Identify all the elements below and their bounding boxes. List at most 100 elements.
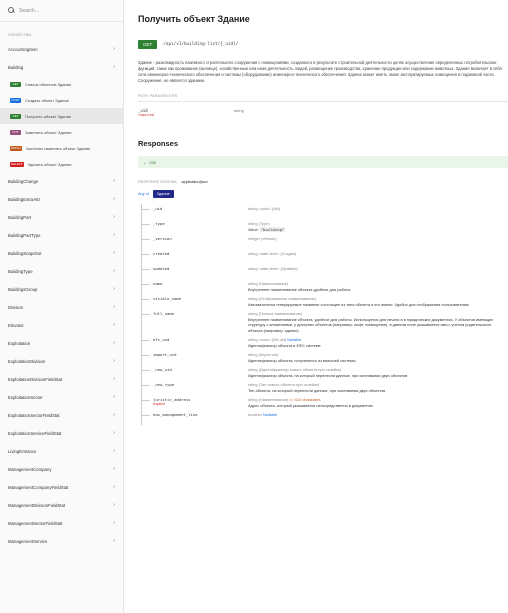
field-description: Автоматически генерируемое название сост… — [248, 301, 469, 307]
sidebar-item[interactable]: BuildingPartType › — [0, 226, 123, 244]
field-name: juristic_address required — [138, 397, 248, 408]
sidebar-item[interactable]: Building › — [0, 58, 123, 76]
sidebar-item[interactable]: ManagementDivisionFieldStat › — [0, 496, 123, 514]
sidebar-item[interactable]: BuildingsGroup › — [0, 280, 123, 298]
sidebar-item-label: ExploitationSector — [8, 394, 43, 400]
chevron-right-icon: › — [113, 502, 115, 508]
sidebar-item[interactable]: Elevator › — [0, 316, 123, 334]
field-details: string (Наименование) Внутреннее наименов… — [248, 281, 506, 292]
chevron-right-icon: › — [113, 394, 115, 400]
chevron-right-icon: › — [113, 412, 115, 418]
method-badge: GET — [10, 81, 21, 87]
chevron-right-icon: › — [113, 430, 115, 436]
sidebar-item[interactable]: BuildingExtraAttr › — [0, 190, 123, 208]
field-name: updated — [138, 266, 248, 277]
sidebar-item[interactable]: AccountingItem › — [0, 40, 123, 58]
sidebar-item-label: ExploitationDivision — [8, 358, 46, 364]
sidebar-operation[interactable]: GET Получить объект Здание — [0, 108, 123, 124]
sidebar-item-label: Division — [8, 304, 24, 310]
sidebar-item-label: BuildingChange — [8, 178, 39, 184]
chevron-right-icon: › — [113, 232, 115, 238]
field-name: created — [138, 251, 248, 262]
sidebar-operation[interactable]: DELETE Удалить объект Здание — [0, 156, 123, 172]
responses-heading: Responses — [138, 139, 179, 148]
sidebar-item[interactable]: ManagementSectorFieldStat › — [0, 514, 123, 532]
schema-field-row: full_name string (Полное наименование) Вну… — [138, 309, 508, 335]
schema-field-row: import_uid string (Import uid) Идентификат… — [138, 350, 508, 365]
schema-field-row: has_management_line boolean Nullable — [138, 410, 508, 425]
response-200-toggle[interactable]: ⌄ 200 — [138, 156, 508, 168]
field-type: string <date-time> (Updated) — [248, 266, 298, 271]
sidebar-item-label: BuildingSnapshot — [8, 250, 42, 256]
search-box[interactable]: Search... — [0, 0, 123, 22]
chevron-down-icon: ⌄ — [143, 159, 147, 165]
field-description: Тип объекта, на который перенесли данные… — [248, 387, 386, 393]
field-name-text: full_name — [153, 311, 175, 316]
sidebar-item[interactable]: BuildingType › — [0, 262, 123, 280]
field-name-text: import_uid — [153, 352, 177, 357]
sidebar-item-label: Exploitation — [8, 340, 31, 346]
sidebar-item[interactable]: ExploitationSector › — [0, 388, 123, 406]
sidebar-operation[interactable]: GET Список объектов Здание — [0, 76, 123, 92]
response-schema-label: RESPONSE SCHEMA: application/json — [138, 180, 208, 184]
sidebar-item[interactable]: ManagementCompanyFieldStat › — [0, 478, 123, 496]
sidebar-item[interactable]: ExploitationDivision › — [0, 352, 123, 370]
method-badge: DELETE — [10, 161, 24, 167]
field-details: integer (Version) — [248, 236, 506, 247]
sidebar-operation-label: Получить объект Здание — [25, 113, 72, 119]
schema-fields: _uid string <uuid> (Uid) _type string (Type… — [138, 204, 508, 425]
sidebar-item[interactable]: LivingEntrance › — [0, 442, 123, 460]
field-description: Идентификатор объекта в ЕФС системе — [248, 342, 321, 348]
main-content: Получить объект Здание GET /api/v1/build… — [124, 0, 508, 613]
anyof-label: Any of — [138, 192, 149, 196]
field-name: import_uid — [138, 352, 248, 363]
field-name: _uid — [138, 206, 248, 217]
sidebar-item[interactable]: ExploitationSectorFieldStat › — [0, 406, 123, 424]
sidebar-item-label: AccountingItem — [8, 46, 38, 52]
field-value: Value: "building" — [248, 226, 286, 232]
sidebar-operation[interactable]: POST Создать объект Здание — [0, 92, 123, 108]
schema-field-row: efs_uid string <uuid> (Efs uid) Nullable И… — [138, 335, 508, 350]
sidebar-item[interactable]: Exploitation › — [0, 334, 123, 352]
nullable-label: Nullable — [262, 412, 278, 417]
chevron-right-icon: › — [113, 448, 115, 454]
schema-field-row: updated string <date-time> (Updated) — [138, 264, 508, 279]
sidebar-item[interactable]: BuildingPart › — [0, 208, 123, 226]
field-details: string <uuid> (Uid) — [248, 206, 506, 217]
sidebar-operation[interactable]: PATCH Частично изменить объект Здание — [0, 140, 123, 156]
sidebar-item[interactable]: Division › — [0, 298, 123, 316]
sidebar-operation-label: Заменить объект Здание — [25, 129, 72, 135]
sidebar-section-label: СВОЙСТВА — [8, 32, 32, 37]
endpoint-description: Здание - разновидность наземного строите… — [138, 60, 502, 83]
sidebar-item-label: ManagementCompany — [8, 466, 52, 472]
sidebar-item[interactable]: ExploitationDivisionFieldStat › — [0, 370, 123, 388]
sidebar-item-label: ManagementSectorFieldStat — [8, 520, 63, 526]
schema-field-row: visible_name string (Отображаемое наимено… — [138, 294, 508, 309]
sidebar-item[interactable]: ManagementCompany › — [0, 460, 123, 478]
sidebar-item-label: ExploitationSectorFieldStat — [8, 412, 60, 418]
search-icon — [8, 7, 15, 14]
field-name-text: updated — [153, 266, 170, 271]
field-name-text: _version — [153, 236, 172, 241]
sidebar-item[interactable]: BuildingSnapshot › — [0, 244, 123, 262]
chevron-right-icon: › — [113, 376, 115, 382]
schema-field-row: _new_type string (Тип нового объекта при … — [138, 380, 508, 395]
field-details: string <date-time> (Создан) — [248, 251, 506, 262]
chevron-right-icon: › — [113, 304, 115, 310]
field-name: efs_uid — [138, 337, 248, 348]
chevron-right-icon: › — [113, 484, 115, 490]
sidebar-item-label: Elevator — [8, 322, 24, 328]
anyof-option-building[interactable]: Здание — [152, 190, 174, 198]
endpoint-path: /api/v1/building-list/{_uid}/ — [163, 41, 239, 47]
search-input[interactable]: Search... — [19, 8, 39, 14]
sidebar-item[interactable]: ManagementService › — [0, 532, 123, 550]
endpoint-line[interactable]: GET /api/v1/building-list/{_uid}/ — [138, 38, 508, 50]
sidebar-item-label: BuildingPart — [8, 214, 32, 220]
chevron-right-icon: › — [113, 538, 115, 544]
max-length-label: <= 510 characters — [289, 397, 321, 402]
sidebar-item[interactable]: ExploitationServiceFieldStat › — [0, 424, 123, 442]
sidebar-operation[interactable]: PUT Заменить объект Здание — [0, 124, 123, 140]
sidebar-item[interactable]: BuildingChange › — [0, 172, 123, 190]
sidebar-item-label: Building — [8, 64, 24, 70]
page-title: Получить объект Здание — [138, 14, 250, 24]
